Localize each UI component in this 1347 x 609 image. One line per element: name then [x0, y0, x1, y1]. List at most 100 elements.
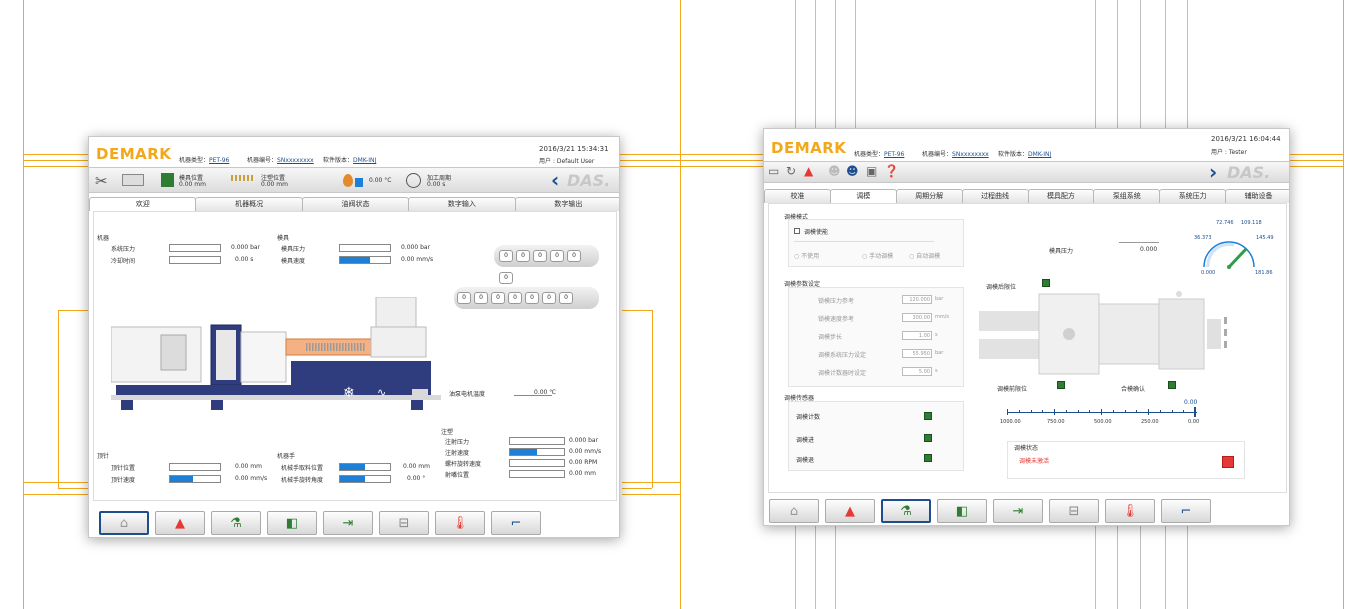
ruler-minor-tick	[1077, 410, 1079, 413]
robot-take-bar	[339, 463, 391, 471]
hot-runner-slots: 00000	[499, 250, 581, 262]
ruler-minor-tick	[1124, 410, 1126, 413]
tab-process-curve[interactable]: 过程曲线	[961, 189, 1029, 203]
injection-row-value: 0.00 mm/s	[569, 448, 602, 455]
right-function-bar: ⌂ ▲ ⚗ ◧ ⇥ ⊟ 🌡 ⌐	[769, 499, 1211, 523]
alarm-button[interactable]: ▲	[155, 511, 205, 535]
home-icon: ⌂	[789, 503, 799, 519]
injection-row-bar	[509, 459, 565, 467]
param-value-input[interactable]: 55.950	[902, 349, 932, 358]
user-login-icon[interactable]: ☻	[846, 164, 859, 178]
settings-button[interactable]: ⌐	[1161, 499, 1211, 523]
home-button[interactable]: ⌂	[99, 511, 149, 535]
monitor-icon[interactable]: ▭	[768, 164, 779, 178]
hot-runner-slot: 0	[542, 292, 556, 304]
screw-button[interactable]: ⊟	[1049, 499, 1099, 523]
temperature-button[interactable]: 🌡	[435, 511, 485, 535]
cooling-time-label: 冷却时间	[111, 258, 136, 265]
robot-angle-label: 机械手旋转角度	[281, 477, 324, 484]
forward-arrow-icon[interactable]: ›	[1209, 160, 1217, 184]
hot-runner-slots: 0000000	[457, 292, 573, 304]
settings-button[interactable]: ⌐	[491, 511, 541, 535]
tab-cycle-breakdown[interactable]: 周期分解	[895, 189, 963, 203]
temperature-button[interactable]: 🌡	[1105, 499, 1155, 523]
type-label: 机器类型：	[854, 151, 885, 158]
mode-option-manual[interactable]: ○ 手动调模	[862, 251, 893, 260]
tab-calibration[interactable]: 校准	[764, 189, 831, 203]
cycle-value: 0.00 s	[427, 181, 446, 188]
gauge-tick-6: 181.86	[1255, 270, 1273, 276]
tools-icon[interactable]: ✂	[95, 172, 108, 190]
hot-runner-slot: 0	[491, 292, 505, 304]
type-value: PET-96	[209, 157, 230, 164]
injection-unit-icon: ⚗	[230, 515, 242, 531]
param-value-input[interactable]: 1.00	[902, 331, 932, 340]
help-icon[interactable]: ❓	[884, 164, 899, 178]
ejector-icon: ⇥	[342, 515, 354, 531]
screw-button[interactable]: ⊟	[379, 511, 429, 535]
injection-unit-button[interactable]: ⚗	[881, 499, 931, 523]
mold-open-icon[interactable]	[122, 174, 144, 186]
hot-runner-slot: 0	[525, 292, 539, 304]
right-tab-bar: 校准 调模 周期分解 过程曲线 模具配方 泵组系统 系统压力 辅助设备	[764, 189, 1289, 203]
clock-icon	[406, 173, 421, 188]
brand-logo: DEMARK	[96, 145, 172, 163]
param-value-input[interactable]: 120.000	[902, 295, 932, 304]
mold-counter-label: 调模计数	[796, 414, 821, 421]
ejector-button[interactable]: ⇥	[323, 511, 373, 535]
mold-back-label: 调模退	[796, 457, 815, 464]
mold-pressure-value: 0.000	[1140, 246, 1158, 253]
motor-icon	[412, 389, 428, 398]
mode-option-none[interactable]: ○ 不使用	[794, 251, 819, 260]
tab-digital-input[interactable]: 数字输入	[408, 197, 516, 211]
ruler-minor-tick	[1136, 410, 1138, 413]
mold-button[interactable]: ◧	[937, 499, 987, 523]
alarm-button[interactable]: ▲	[825, 499, 875, 523]
tab-mold-adjust[interactable]: 调模	[829, 189, 897, 203]
tab-auxiliary[interactable]: 辅助设备	[1225, 189, 1289, 203]
tab-mold-recipe[interactable]: 模具配方	[1027, 189, 1095, 203]
robot-angle-bar	[339, 475, 391, 483]
tab-system-pressure[interactable]: 系统压力	[1159, 189, 1227, 203]
ejector-icon: ⇥	[1012, 503, 1024, 519]
tab-digital-output[interactable]: 数字输出	[514, 197, 619, 211]
mold-adjust-enable-checkbox[interactable]	[794, 228, 800, 234]
state-title: 调模状态	[1014, 445, 1039, 452]
deco-line	[58, 310, 59, 488]
home-icon: ⌂	[119, 515, 129, 531]
hot-runner-slot: 0	[559, 292, 573, 304]
ejector-button[interactable]: ⇥	[993, 499, 1043, 523]
ruler-value: 0.00	[1184, 399, 1198, 406]
tab-welcome[interactable]: 欢迎	[89, 197, 197, 211]
system-pressure-value: 0.000 bar	[231, 244, 261, 251]
robot-take-label: 机械手取料位置	[281, 465, 324, 472]
tab-pump-system[interactable]: 泵组系统	[1093, 189, 1161, 203]
gauge-tick-1: 72.746	[1216, 220, 1234, 226]
refresh-icon[interactable]: ↻	[786, 164, 796, 178]
mold-speed-bar	[339, 256, 391, 264]
user-icon[interactable]: ☻	[828, 164, 841, 178]
home-button[interactable]: ⌂	[769, 499, 819, 523]
mold-button[interactable]: ◧	[267, 511, 317, 535]
mode-option-auto[interactable]: ○ 自动调模	[909, 251, 940, 260]
machine-sn: 机器编号：SNxxxxxxxx	[922, 149, 989, 158]
back-arrow-icon[interactable]: ‹	[551, 168, 559, 192]
mode-option-none-label: 不使用	[801, 253, 820, 260]
robot-angle-value: 0.00 °	[407, 475, 426, 482]
injection-row-value: 0.00 RPM	[569, 459, 598, 466]
machine-type: 机器类型：PET-96	[854, 149, 904, 158]
camera-icon[interactable]: ▣	[866, 164, 877, 178]
injection-unit-button[interactable]: ⚗	[211, 511, 261, 535]
tab-machine-overview[interactable]: 机器概况	[195, 197, 303, 211]
tab-valve-status[interactable]: 油阀状态	[301, 197, 410, 211]
param-value-input[interactable]: 5.00	[902, 367, 932, 376]
machine-illustration	[111, 297, 441, 410]
warning-icon[interactable]: ▲	[804, 164, 813, 178]
ruler-minor-tick	[1018, 410, 1020, 413]
system-pressure-label: 系统压力	[111, 246, 136, 253]
deco-line	[622, 482, 680, 483]
mold-pressure-line	[1119, 242, 1159, 243]
deco-line	[620, 166, 765, 167]
param-value-input[interactable]: 300.00	[902, 313, 932, 322]
deco-line	[23, 0, 24, 609]
